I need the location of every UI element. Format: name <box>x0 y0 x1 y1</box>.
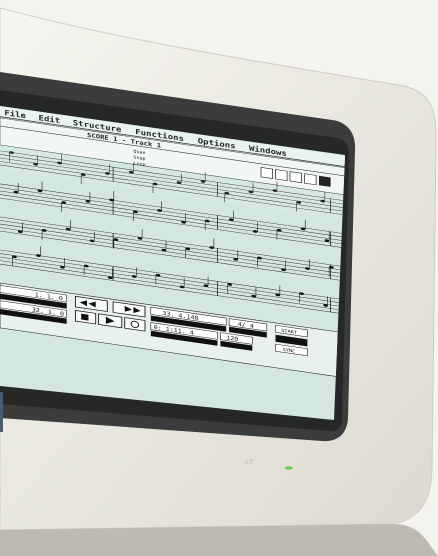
monitor-scene: File Edit StructureFunctionsOptionsWindows… <box>0 7 438 556</box>
monitor-badge: ST <box>244 458 254 466</box>
tilt-knob <box>0 392 3 432</box>
power-led-icon <box>285 466 293 470</box>
